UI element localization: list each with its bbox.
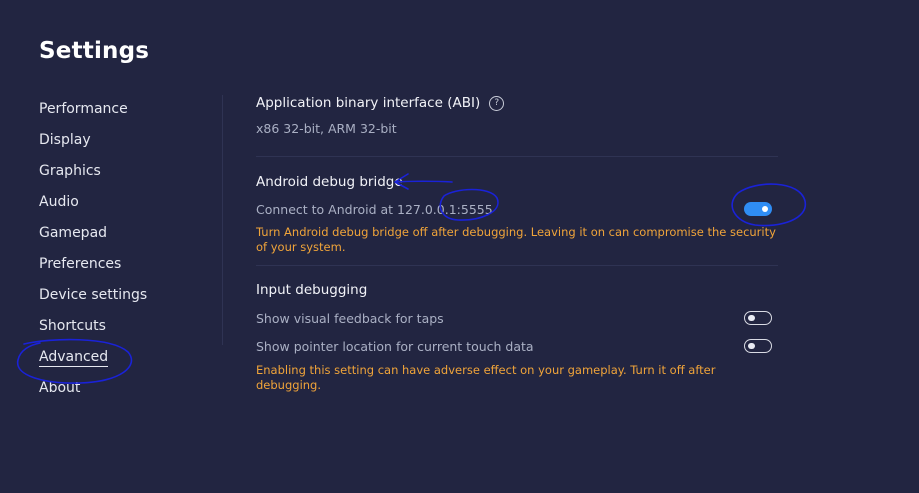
- abi-title: Application binary interface (ABI): [256, 95, 481, 111]
- advanced-settings-panel: Application binary interface (ABI) ? x86…: [256, 92, 778, 393]
- sidebar-item-label: Preferences: [39, 256, 122, 272]
- visual-feedback-row: Show visual feedback for taps: [256, 308, 778, 328]
- section-divider: [256, 156, 778, 157]
- page-title: Settings: [39, 38, 150, 64]
- sidebar-item-label: Graphics: [39, 163, 101, 179]
- abi-section-title: Application binary interface (ABI) ?: [256, 92, 778, 114]
- sidebar-item-preferences[interactable]: Preferences: [39, 249, 209, 280]
- sidebar-item-gamepad[interactable]: Gamepad: [39, 218, 209, 249]
- sidebar-item-audio[interactable]: Audio: [39, 187, 209, 218]
- section-divider: [256, 265, 778, 266]
- sidebar-item-device-settings[interactable]: Device settings: [39, 280, 209, 311]
- sidebar-item-graphics[interactable]: Graphics: [39, 156, 209, 187]
- sidebar-item-label: Audio: [39, 194, 79, 210]
- sidebar-item-shortcuts[interactable]: Shortcuts: [39, 311, 209, 342]
- help-icon[interactable]: ?: [489, 95, 505, 111]
- sidebar-item-label: Gamepad: [39, 225, 108, 241]
- sidebar-item-display[interactable]: Display: [39, 125, 209, 156]
- pointer-location-toggle[interactable]: [744, 339, 772, 353]
- adb-warning: Turn Android debug bridge off after debu…: [256, 225, 776, 254]
- sidebar-item-label: Display: [39, 132, 91, 148]
- sidebar-item-performance[interactable]: Performance: [39, 94, 209, 125]
- input-debugging-title: Input debugging: [256, 282, 368, 298]
- input-debugging-warning: Enabling this setting can have adverse e…: [256, 363, 716, 392]
- adb-toggle[interactable]: [744, 202, 772, 216]
- settings-page: Settings Performance Display Graphics Au…: [0, 0, 919, 493]
- sidebar-divider: [222, 95, 223, 345]
- pointer-location-label: Show pointer location for current touch …: [256, 338, 534, 354]
- adb-connection-text: Connect to Android at 127.0.0.1:5555: [256, 201, 493, 217]
- sidebar-item-label: Performance: [39, 101, 128, 117]
- sidebar-nav: Performance Display Graphics Audio Gamep…: [39, 94, 209, 404]
- pointer-location-row: Show pointer location for current touch …: [256, 336, 778, 356]
- abi-value: x86 32-bit, ARM 32-bit: [256, 121, 397, 136]
- sidebar-item-label: About: [39, 380, 81, 396]
- sidebar-item-about[interactable]: About: [39, 373, 209, 404]
- adb-row: Connect to Android at 127.0.0.1:5555: [256, 199, 778, 219]
- sidebar-item-label: Advanced: [39, 349, 109, 367]
- adb-title: Android debug bridge: [256, 174, 403, 190]
- sidebar-item-advanced[interactable]: Advanced: [39, 342, 209, 373]
- visual-feedback-toggle[interactable]: [744, 311, 772, 325]
- sidebar-item-label: Shortcuts: [39, 318, 106, 334]
- sidebar-item-label: Device settings: [39, 287, 148, 303]
- visual-feedback-label: Show visual feedback for taps: [256, 310, 444, 326]
